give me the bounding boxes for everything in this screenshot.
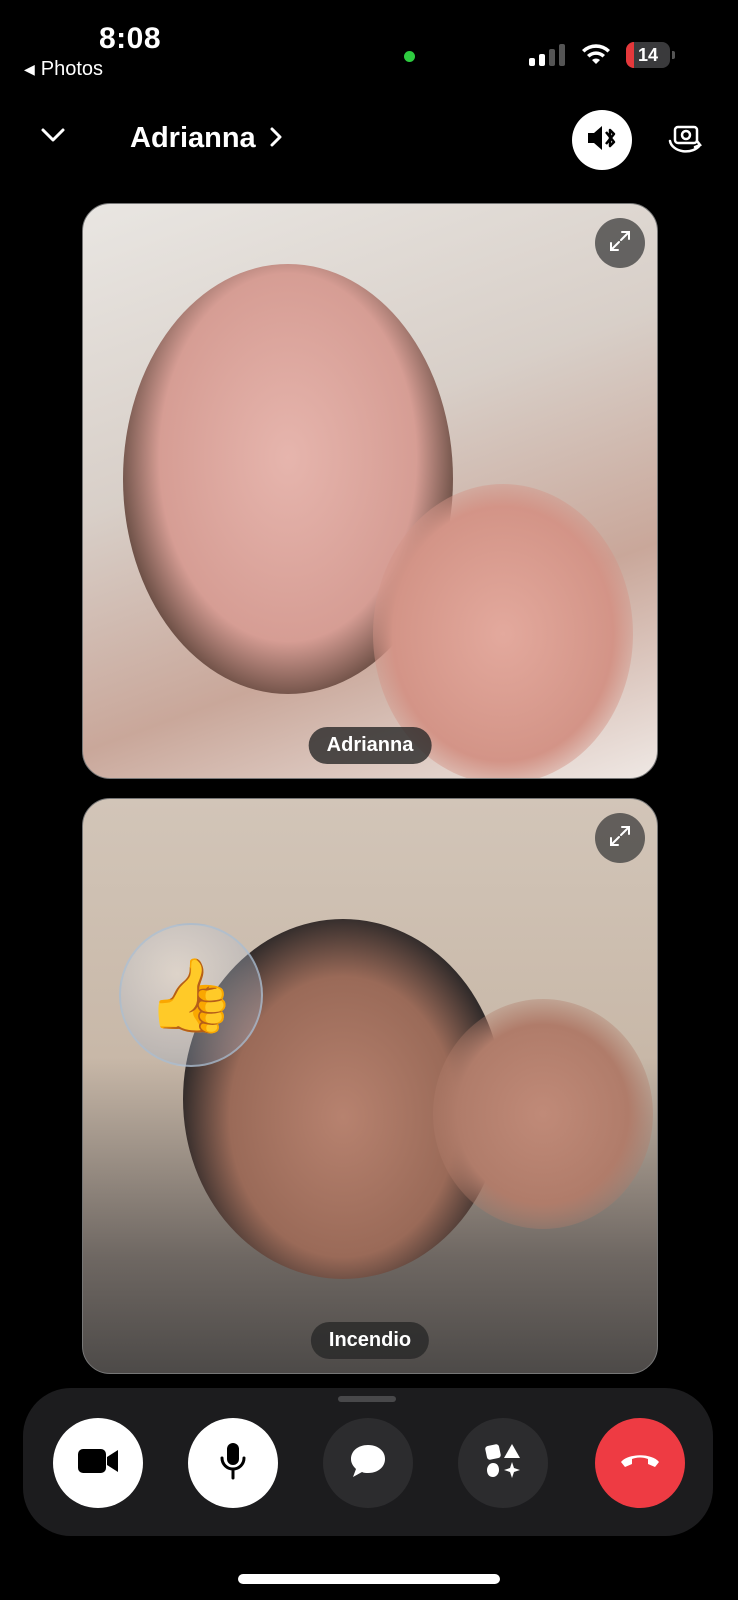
camera-in-use-indicator <box>404 51 415 62</box>
flip-camera-icon <box>667 121 705 160</box>
thumbs-up-reaction-icon: 👍 <box>119 923 263 1067</box>
bluetooth-speaker-icon <box>585 123 619 158</box>
home-indicator[interactable] <box>238 1574 500 1584</box>
status-bar: 8:08 ◀ Photos 14 <box>0 0 738 90</box>
contact-name: Adrianna <box>130 122 256 154</box>
thumbs-up-hand <box>433 999 653 1229</box>
chevron-down-icon[interactable] <box>40 126 66 149</box>
drag-handle[interactable] <box>338 1396 396 1402</box>
contact-name-button[interactable]: Adrianna <box>130 122 282 155</box>
video-toggle-button[interactable] <box>53 1418 143 1508</box>
participant-video-tile[interactable]: Adrianna <box>82 203 658 779</box>
expand-icon <box>608 229 632 258</box>
battery-indicator: 14 <box>626 42 675 68</box>
back-app-label: Photos <box>40 58 104 80</box>
microphone-toggle-button[interactable] <box>188 1418 278 1508</box>
expand-video-button[interactable] <box>595 218 645 268</box>
end-call-button[interactable] <box>595 1418 685 1508</box>
chat-button[interactable] <box>323 1418 413 1508</box>
expand-video-button[interactable] <box>595 813 645 863</box>
participant-name-label: Adrianna <box>308 727 432 764</box>
video-camera-icon <box>76 1446 120 1481</box>
cellular-signal-icon <box>529 44 565 66</box>
back-to-app-link[interactable]: ◀ Photos <box>24 58 103 81</box>
microphone-icon <box>218 1441 248 1486</box>
end-call-icon <box>618 1450 662 1477</box>
status-time: 8:08 <box>99 22 162 55</box>
call-controls-panel <box>23 1388 713 1536</box>
audio-output-button[interactable] <box>572 110 632 170</box>
expand-icon <box>608 824 632 853</box>
participant-video-tile[interactable]: 👍 Incendio <box>82 798 658 1374</box>
participant-name-label: Incendio <box>310 1322 430 1359</box>
chevron-right-icon <box>270 122 282 155</box>
chat-bubble-icon <box>348 1442 388 1485</box>
call-header: Adrianna <box>0 100 738 180</box>
back-triangle-icon: ◀ <box>24 61 35 77</box>
effects-button[interactable] <box>458 1418 548 1508</box>
wifi-icon <box>580 42 612 71</box>
flip-camera-button[interactable] <box>664 118 708 162</box>
effects-shapes-icon <box>483 1441 523 1486</box>
battery-level: 14 <box>637 45 659 65</box>
